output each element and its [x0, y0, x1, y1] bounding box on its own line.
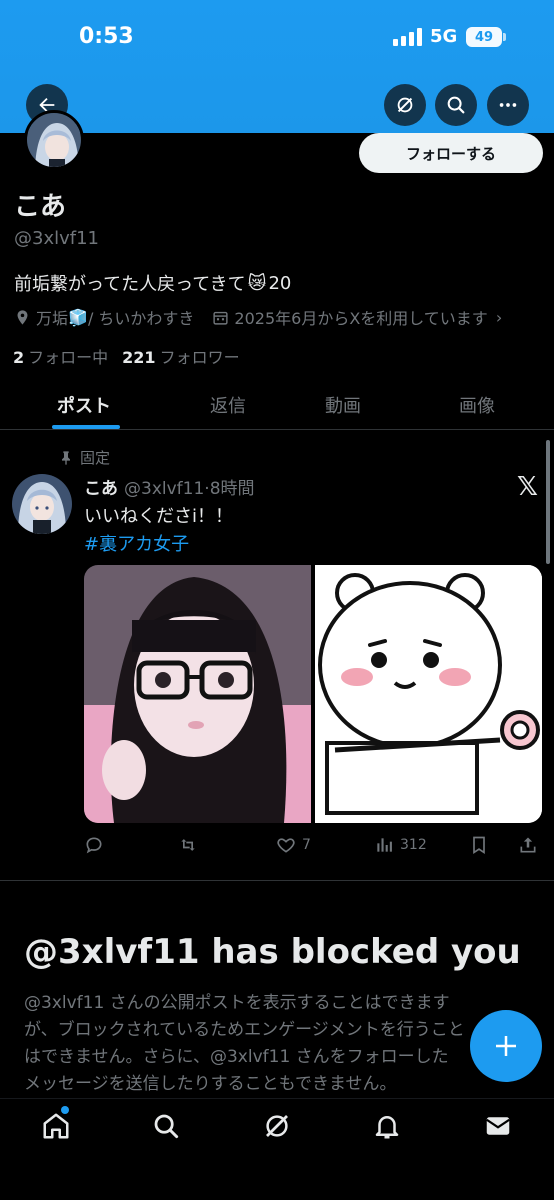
messages-icon — [486, 1117, 510, 1135]
share-icon — [520, 837, 536, 853]
location-emoji: 🧊 — [68, 307, 88, 327]
pinned-text: 固定 — [80, 449, 111, 467]
tab-videos[interactable]: 動画 — [325, 392, 361, 418]
view-count: 312 — [400, 837, 427, 853]
tab-indicator — [52, 425, 120, 429]
nav-notifications[interactable] — [372, 1111, 402, 1141]
bottom-nav — [0, 1098, 554, 1200]
repost-button[interactable] — [178, 835, 198, 855]
nav-home[interactable] — [41, 1111, 71, 1141]
chevron-right-icon[interactable]: › — [496, 308, 502, 327]
like-button[interactable]: 7 — [276, 835, 311, 855]
location-rest: / ちいかわすき — [87, 309, 195, 328]
bio-text: 前垢繋がってた人戻ってきて — [14, 274, 246, 295]
tab-replies[interactable]: 返信 — [210, 392, 246, 418]
post-header: こあ @3xlvf11·8時間 — [84, 474, 255, 499]
like-count: 7 — [302, 837, 311, 853]
post-media[interactable] — [84, 565, 542, 823]
location-text: 万垢 — [36, 309, 69, 328]
signal-icon — [393, 28, 422, 46]
search-icon — [447, 96, 465, 114]
pinned-label: 固定 — [58, 447, 110, 468]
views-icon — [377, 838, 392, 852]
post-text: いいねくださi！！ — [84, 506, 234, 527]
profile-handle: @3xlvf11 — [14, 228, 99, 249]
divider — [0, 880, 554, 881]
search-button[interactable] — [435, 84, 477, 126]
post-time: 8時間 — [209, 479, 255, 499]
following-label: フォロー中 — [28, 348, 109, 367]
following-count: 2 — [13, 348, 25, 367]
bio-number: 20 — [268, 272, 292, 294]
views-button[interactable]: 312 — [374, 835, 427, 855]
profile-avatar[interactable] — [24, 110, 84, 170]
profile-bio: 前垢繋がってた人戻ってきて 😿 20 — [14, 270, 291, 296]
nav-messages[interactable] — [483, 1111, 513, 1141]
blocked-body: @3xlvf11 さんの公開ポストを表示することはできます が、ブロックされてい… — [24, 990, 524, 1098]
follow-counts: 2 フォロー中 221 フォロワー — [13, 344, 240, 368]
post-actions: 7 312 — [84, 835, 544, 857]
tab-posts[interactable]: ポスト — [57, 392, 111, 418]
search-icon — [154, 1114, 179, 1139]
battery-icon: 49 — [466, 27, 502, 47]
post-hashtag[interactable]: #裏アカ女子 — [84, 530, 189, 556]
profile-tabs: ポスト 返信 動画 画像 — [0, 378, 554, 430]
followers-label: フォロワー — [159, 348, 240, 367]
location-icon — [17, 309, 28, 325]
battery-tip — [503, 33, 506, 41]
bookmark-icon — [473, 836, 485, 855]
pin-icon — [62, 450, 70, 465]
post-avatar[interactable] — [12, 474, 72, 534]
blocked-line-3: はできません。さらに、@3xlvf11 さんをフォローした — [24, 1047, 449, 1067]
following-link[interactable]: 2 フォロー中 — [13, 344, 108, 368]
media-photo-2[interactable] — [315, 565, 542, 823]
tab-images[interactable]: 画像 — [459, 392, 495, 418]
x-logo-icon: 𝕏 — [517, 472, 538, 502]
bio-emoji: 😿 — [247, 272, 267, 294]
blocked-line-2: が、ブロックされているためエンゲージメントを行うこと — [24, 1020, 465, 1040]
more-button[interactable] — [487, 84, 529, 126]
plus-icon — [496, 1036, 516, 1056]
status-time: 0:53 — [79, 24, 134, 49]
heart-icon — [277, 838, 295, 853]
grok-button[interactable] — [384, 84, 426, 126]
profile-display-name: こあ — [14, 192, 67, 222]
network-label: 5G — [430, 26, 458, 47]
blocked-title: @3xlvf11 has blocked you — [24, 932, 521, 972]
followers-count: 221 — [122, 348, 156, 367]
more-icon — [499, 103, 517, 107]
battery-level: 49 — [474, 29, 494, 45]
nav-grok[interactable] — [262, 1111, 292, 1141]
reply-icon — [86, 837, 102, 854]
notifications-icon — [375, 1116, 399, 1139]
repost-icon — [181, 839, 195, 851]
follow-button[interactable]: フォローする — [359, 133, 543, 173]
grok-icon — [397, 97, 413, 113]
blocked-line-4: メッセージを送信したりすることもできません。 — [24, 1074, 397, 1094]
home-icon — [43, 1113, 69, 1139]
reply-button[interactable] — [84, 835, 104, 855]
grok-icon — [266, 1115, 288, 1137]
joined-date: 2025年6月からXを利用しています — [234, 309, 488, 328]
calendar-icon — [213, 311, 229, 325]
home-notification-dot — [61, 1106, 69, 1114]
media-photo-1[interactable] — [84, 565, 311, 823]
compose-button[interactable] — [470, 1010, 542, 1082]
post-author-name[interactable]: こあ — [84, 479, 118, 499]
blocked-line-1: @3xlvf11 さんの公開ポストを表示することはできます — [24, 993, 450, 1013]
scrollbar[interactable] — [546, 440, 550, 564]
post-author-handle[interactable]: @3xlvf11 — [124, 479, 204, 499]
bookmark-button[interactable] — [469, 835, 489, 855]
profile-meta: 万垢 🧊 / ちいかわすき 2025年6月からXを利用しています › — [14, 305, 502, 329]
share-button[interactable] — [518, 835, 538, 855]
nav-search[interactable] — [151, 1111, 181, 1141]
followers-link[interactable]: 221 フォロワー — [122, 344, 239, 368]
